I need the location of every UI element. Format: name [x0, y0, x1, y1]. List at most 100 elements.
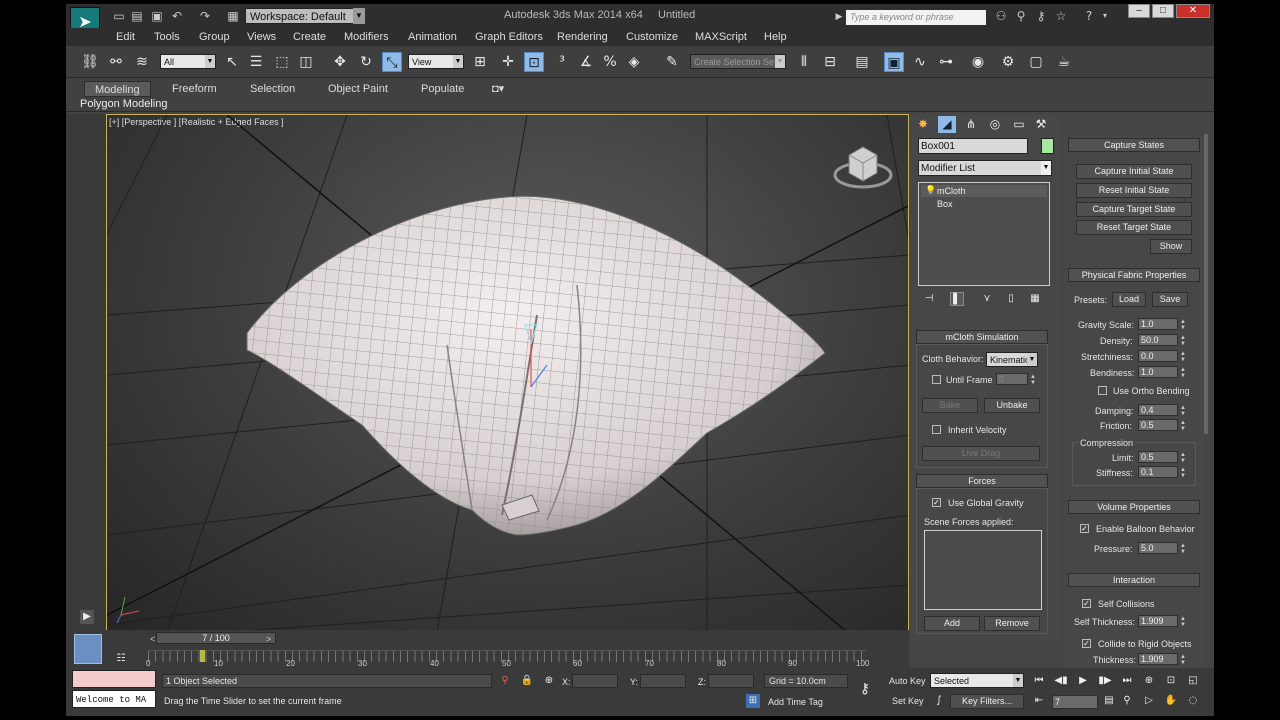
scene-explorer-icon[interactable]: ▣: [884, 52, 904, 72]
absolute-mode-icon[interactable]: ⊕: [542, 674, 556, 688]
hierarchy-tab-icon[interactable]: ⋔: [962, 116, 980, 133]
chevron-down-icon[interactable]: ▾: [1098, 9, 1112, 23]
spinner-arrows-icon[interactable]: ▲ ▼: [1179, 367, 1187, 379]
menu-rendering[interactable]: Rendering: [557, 31, 608, 43]
pin-stack-icon[interactable]: ⊣: [922, 292, 936, 306]
add-time-tag[interactable]: Add Time Tag: [768, 697, 823, 707]
close-button[interactable]: ✕: [1176, 4, 1210, 18]
configure-sets-icon[interactable]: ▦: [1028, 292, 1042, 306]
track-bar-icon[interactable]: ☷: [114, 652, 128, 666]
spinner-arrows-icon[interactable]: ▲ ▼: [1179, 543, 1187, 555]
auto-key-button[interactable]: Auto Key: [889, 676, 926, 686]
snap-toggle-icon[interactable]: ³: [552, 52, 572, 72]
stretchiness-spinner[interactable]: 0.0 ▲ ▼: [1138, 350, 1186, 363]
key-filters-button[interactable]: Key Filters...: [950, 694, 1024, 709]
redo-icon[interactable]: ↷: [198, 9, 212, 23]
thickness-spinner[interactable]: 1.909 ▲ ▼: [1138, 653, 1186, 666]
pivot-center-icon[interactable]: ⊞: [470, 52, 490, 72]
default-in-out-tangent-icon[interactable]: ∫: [932, 694, 946, 708]
previous-frame-icon[interactable]: ◀▮: [1054, 674, 1068, 688]
menu-graph-editors[interactable]: Graph Editors: [475, 31, 543, 43]
panel-scrollbar[interactable]: [1204, 134, 1208, 434]
display-tab-icon[interactable]: ▭: [1010, 116, 1028, 133]
pan-icon[interactable]: ✋: [1164, 694, 1178, 708]
spinner-arrows-icon[interactable]: ▲ ▼: [1179, 335, 1187, 347]
zoom-extents-icon[interactable]: ⊕: [1142, 674, 1156, 688]
scene-forces-list[interactable]: [924, 530, 1042, 610]
select-object-icon[interactable]: ↖: [222, 52, 242, 72]
minimize-button[interactable]: –: [1128, 4, 1150, 18]
reset-target-state-button[interactable]: Reset Target State: [1076, 220, 1192, 235]
mirror-icon[interactable]: ⫴: [794, 52, 814, 72]
menu-views[interactable]: Views: [247, 31, 276, 43]
spinner-arrows-icon[interactable]: ▲ ▼: [1179, 351, 1187, 363]
selection-filter-dropdown[interactable]: All ▼: [160, 54, 216, 69]
rollout-forces[interactable]: Forces: [916, 474, 1048, 488]
bake-button[interactable]: Bake: [922, 398, 978, 413]
spinner-arrows-icon[interactable]: ▲ ▼: [1179, 405, 1187, 417]
project-folder-icon[interactable]: ▦: [226, 9, 240, 23]
align-icon[interactable]: ⊟: [820, 52, 840, 72]
chevron-down-icon[interactable]: ▼: [353, 8, 365, 24]
save-file-icon[interactable]: ▣: [150, 9, 164, 23]
key-icon[interactable]: ⚷: [858, 682, 872, 696]
move-icon[interactable]: ✥: [330, 52, 350, 72]
menu-create[interactable]: Create: [293, 31, 326, 43]
isolate-selection-icon[interactable]: ⚲: [498, 674, 512, 688]
limit-spinner[interactable]: 0.5 ▲ ▼: [1138, 451, 1186, 464]
collide-rigid-checkbox[interactable]: ✓: [1082, 639, 1091, 648]
load-preset-button[interactable]: Load: [1112, 292, 1146, 307]
go-to-end-icon[interactable]: ⏭: [1120, 674, 1134, 688]
show-end-result-icon[interactable]: ▌: [950, 292, 964, 306]
remove-modifier-icon[interactable]: ▯: [1004, 292, 1018, 306]
menu-tools[interactable]: Tools: [154, 31, 180, 43]
object-color-swatch[interactable]: [1041, 138, 1054, 154]
play-viewport-icon[interactable]: ▶: [80, 610, 94, 624]
until-frame-checkbox[interactable]: [932, 375, 941, 384]
ortho-bending-checkbox[interactable]: [1098, 386, 1107, 395]
play-icon[interactable]: ▶: [1076, 674, 1090, 688]
lightbulb-icon[interactable]: 💡: [925, 185, 936, 196]
rotate-icon[interactable]: ↻: [356, 52, 376, 72]
scale-icon[interactable]: ⤡: [382, 52, 402, 72]
utilities-tab-icon[interactable]: ⚒: [1032, 116, 1050, 133]
ribbon-options-icon[interactable]: ◘▾: [482, 81, 514, 97]
spinner-arrows-icon[interactable]: ▲ ▼: [1179, 654, 1187, 666]
next-frame-arrow-icon[interactable]: >: [266, 634, 271, 644]
time-config-icon[interactable]: ▤: [1102, 694, 1116, 708]
show-button[interactable]: Show: [1150, 239, 1192, 254]
maxscript-listener-pink[interactable]: [72, 670, 156, 688]
unbake-button[interactable]: Unbake: [984, 398, 1040, 413]
rollout-volume-properties[interactable]: Volume Properties: [1068, 500, 1200, 514]
friction-spinner[interactable]: 0.5 ▲ ▼: [1138, 419, 1186, 432]
rollout-interaction[interactable]: Interaction: [1068, 573, 1200, 587]
schematic-view-icon[interactable]: ⊶: [936, 52, 956, 72]
link-icon[interactable]: ⛓: [80, 52, 100, 72]
x-coord-field[interactable]: [572, 674, 618, 688]
density-spinner[interactable]: 50.0 ▲ ▼: [1138, 334, 1186, 347]
search-input[interactable]: Type a keyword or phrase: [846, 10, 986, 25]
rendered-frame-icon[interactable]: ▢: [1026, 52, 1046, 72]
zoom-icon[interactable]: ⚲: [1120, 694, 1134, 708]
capture-target-state-button[interactable]: Capture Target State: [1076, 202, 1192, 217]
tab-object-paint[interactable]: Object Paint: [318, 81, 398, 97]
tab-populate[interactable]: Populate: [411, 81, 474, 97]
menu-animation[interactable]: Animation: [408, 31, 457, 43]
help-icon[interactable]: ?: [1082, 9, 1096, 23]
menu-group[interactable]: Group: [199, 31, 230, 43]
orbit-icon[interactable]: ◌: [1186, 694, 1200, 708]
spinner-arrows-icon[interactable]: ▲ ▼: [1029, 374, 1037, 386]
field-of-view-icon[interactable]: ▷: [1142, 694, 1156, 708]
rollout-physical-fabric[interactable]: Physical Fabric Properties: [1068, 268, 1200, 282]
create-tab-icon[interactable]: ✸: [914, 116, 932, 133]
y-coord-field[interactable]: [640, 674, 686, 688]
tab-freeform[interactable]: Freeform: [162, 81, 227, 97]
maximize-viewport-icon[interactable]: ◱: [1186, 674, 1200, 688]
search-icon[interactable]: ⚲: [1014, 9, 1028, 23]
keyboard-shortcut-icon[interactable]: ⊡: [524, 52, 544, 72]
z-coord-field[interactable]: [708, 674, 754, 688]
object-name-field[interactable]: Box001: [918, 138, 1028, 154]
spinner-arrows-icon[interactable]: ▲ ▼: [1179, 616, 1187, 628]
spinner-snap-icon[interactable]: ◈: [624, 52, 644, 72]
spinner-arrows-icon[interactable]: ▲ ▼: [1179, 467, 1187, 479]
